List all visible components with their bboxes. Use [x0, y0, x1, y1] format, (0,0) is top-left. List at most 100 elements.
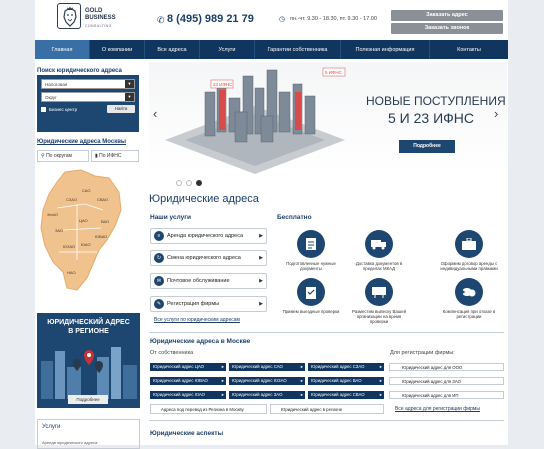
phone-number[interactable]: 8 (495) 989 21 79	[167, 13, 254, 25]
promo-more-button[interactable]: Подробнее	[68, 395, 108, 404]
banner-next-arrow[interactable]: ›	[494, 106, 498, 121]
tab-by-ifns[interactable]: ▮ По ИФНС	[91, 150, 139, 162]
region-to-moscow-button[interactable]: Адреса под перевод из Региона в Москву	[150, 404, 267, 414]
firm-address-ooo[interactable]: Юридический адрес для ООО	[389, 363, 504, 371]
promo-line1: ЮРИДИЧЕСКИЙ АДРЕС	[47, 319, 130, 326]
logo-sub: CONSULTING	[85, 24, 112, 28]
map-label-nao[interactable]: НАО	[67, 270, 76, 275]
service-mail[interactable]: ✉ Почтовое обслуживание ▶	[150, 273, 267, 289]
all-services-link[interactable]: Все услуги по юридическим адресам	[154, 317, 240, 323]
map-label-zao[interactable]: ЗАО	[55, 228, 63, 233]
service-label: Аренда юридического адреса	[167, 233, 244, 239]
mail-icon: ✉	[154, 276, 164, 286]
nav-guarantees[interactable]: Гарантии собственника	[255, 40, 341, 59]
page-title: Юридические адреса	[149, 193, 259, 205]
address-yuzao[interactable]: Юридический адрес ЮЗАО	[229, 377, 305, 385]
map-label-vao[interactable]: ВАО	[101, 219, 109, 224]
address-cao[interactable]: Юридический адрес ЦАО	[150, 363, 226, 371]
benefit-label: Подготовленные нужные документы	[286, 261, 336, 271]
map-label-cao[interactable]: ЦАО	[79, 218, 88, 223]
moscow-district-map[interactable]: СЗАО САО СВАО ЗелАО ВАО ЗАО ЦАО ЮЗАО ЮАО…	[37, 168, 125, 293]
main-nav: Главная О компании Все адреса Услуги Гар…	[35, 40, 508, 59]
region-promo[interactable]: ЮРИДИЧЕСКИЙ АДРЕС В РЕГИОНЕ Подробнее	[37, 313, 140, 408]
business-center-label: Бизнес центр	[49, 106, 78, 112]
address-svao[interactable]: Юридический адрес СВАО	[308, 391, 384, 399]
owner-label: От собственника	[150, 350, 194, 356]
district-select[interactable]: Округ ▼	[41, 92, 135, 102]
working-hours: пн.-чт. 9.30 - 18.30, пт. 9.30 - 17.00	[290, 16, 377, 22]
address-sao[interactable]: Юридический адрес САО	[229, 363, 305, 371]
moscow-addresses-link[interactable]: Юридические адреса Москвы	[37, 139, 126, 145]
map-label-yuzao[interactable]: ЮЗАО	[63, 244, 75, 249]
map-label-svao[interactable]: СВАО	[97, 197, 108, 202]
region-address-button[interactable]: Юридический адрес в регионе	[270, 404, 384, 414]
address-zao[interactable]: Юридический адрес ЗАО	[229, 391, 305, 399]
benefit-delivery: Доставка документов в пределах МКАД	[348, 230, 410, 271]
banner-title2: 5 И 23 ИФНС	[388, 110, 475, 126]
nav-useful-info[interactable]: Полезная информация	[341, 40, 430, 59]
coins-icon	[455, 278, 483, 306]
address-szao[interactable]: Юридический адрес СЗАО	[308, 363, 384, 371]
banner-dot-1[interactable]	[176, 180, 182, 186]
chevron-down-icon: ▼	[125, 93, 134, 101]
nav-contacts[interactable]: Контакты	[430, 40, 508, 59]
logo[interactable]	[57, 3, 81, 29]
benefit-label: Оформим договор аренды с индивидуальными…	[440, 261, 498, 271]
logo-line2: BUSINESS	[85, 14, 116, 21]
benefit-label: Разместим вывеску Вашей организации на в…	[352, 309, 406, 324]
banner-pagination	[176, 180, 202, 186]
address-vao[interactable]: Юридический адрес ВАО	[308, 377, 384, 385]
address-yuvao[interactable]: Юридический адрес ЮВАО	[150, 377, 226, 385]
firm-address-ip[interactable]: Юридический адрес для ИП	[389, 391, 504, 399]
map-label-yuao[interactable]: ЮАО	[81, 242, 91, 247]
banner-prev-arrow[interactable]: ‹	[153, 106, 157, 121]
city-skyline-image	[41, 347, 137, 399]
find-button[interactable]: Найти	[107, 105, 135, 113]
address-yuao[interactable]: Юридический адрес ЮАО	[150, 391, 226, 399]
chevron-down-icon: ▼	[125, 80, 134, 88]
map-label-yuvao[interactable]: ЮВАО	[95, 234, 107, 239]
service-change-address[interactable]: ↻ Смена юридического адреса ▶	[150, 250, 267, 266]
benefit-compensation: Компенсация при отказе в регистрации	[438, 278, 500, 319]
tax-select[interactable]: Налоговая ▼	[41, 79, 135, 89]
order-call-button[interactable]: Заказать звонок	[391, 23, 503, 34]
banner-label-23: 23 ИФНС	[213, 82, 233, 87]
banner-more-button[interactable]: Подробнее	[399, 140, 455, 153]
banner-dot-2[interactable]	[186, 180, 192, 186]
briefcase-icon	[455, 230, 483, 258]
nav-about[interactable]: О компании	[90, 40, 145, 59]
benefit-label: Доставка документов в пределах МКАД	[355, 261, 403, 271]
legal-aspects-title: Юридические аспекты	[150, 430, 224, 437]
search-title: Поиск юридического адреса	[37, 68, 122, 74]
nav-home[interactable]: Главная	[35, 40, 90, 59]
benefit-contract: Оформим договор аренды с индивидуальными…	[438, 230, 500, 271]
document-icon: ≡	[154, 231, 164, 241]
banner-dot-3[interactable]	[196, 180, 202, 186]
free-title: Бесплатно	[277, 214, 312, 221]
phone-icon: ✆	[157, 15, 165, 25]
promo-line2: В РЕГИОНЕ	[68, 328, 109, 335]
all-firm-addresses-link[interactable]: Все адреса для регистрации фирмы	[395, 406, 480, 412]
document-icon	[297, 230, 325, 258]
nav-all-addresses[interactable]: Все адреса	[145, 40, 200, 59]
tab-by-ifns-label: По ИФНС	[99, 153, 122, 159]
firm-address-zao[interactable]: Юридический адрес для ЗАО	[389, 377, 504, 385]
signboard-icon	[365, 278, 393, 306]
clock-icon: ◷	[279, 16, 286, 23]
map-label-zelao[interactable]: ЗелАО	[47, 213, 58, 217]
tax-select-value: Налоговая	[45, 82, 68, 87]
order-address-button[interactable]: Заказать адрес	[391, 10, 503, 21]
map-label-sao[interactable]: САО	[82, 188, 91, 193]
nav-services[interactable]: Услуги	[200, 40, 255, 59]
truck-icon	[365, 230, 393, 258]
service-registration[interactable]: ✎ Регистрация фирмы ▶	[150, 296, 267, 312]
district-select-value: Округ	[45, 95, 57, 100]
pen-icon: ✎	[154, 299, 164, 309]
service-label: Смена юридического адреса	[167, 255, 241, 261]
chevron-right-icon: ▶	[259, 278, 263, 284]
service-rent-address[interactable]: ≡ Аренда юридического адреса ▶	[150, 228, 267, 244]
tab-by-district[interactable]: ⚲ По округам	[37, 150, 89, 162]
business-center-checkbox[interactable]	[41, 106, 46, 112]
services-box-item[interactable]: Аренда юридического адреса	[42, 440, 97, 445]
map-label-szao[interactable]: СЗАО	[66, 197, 77, 202]
